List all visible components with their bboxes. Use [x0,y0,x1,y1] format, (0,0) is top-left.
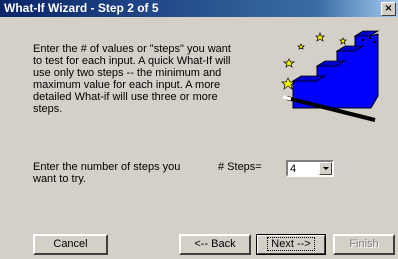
staircase-icon [292,33,379,109]
what-if-wizard-dialog: What-If Wizard - Step 2 of 5 × Enter the… [0,0,398,259]
cancel-button[interactable]: Cancel [33,234,108,255]
close-button[interactable]: × [381,2,396,16]
steps-prompt: Enter the number of steps you want to tr… [33,161,181,185]
finish-button[interactable]: Finish [333,234,395,255]
intro-text: Enter the # of values or "steps" you wan… [33,43,231,115]
window-title: What-If Wizard - Step 2 of 5 [4,1,159,15]
wizard-illustration [281,30,380,122]
next-button[interactable]: Next --> [256,234,326,255]
back-button[interactable]: <-- Back [179,234,251,255]
chevron-down-icon[interactable] [319,162,332,175]
steps-dropdown[interactable]: 4 [286,160,334,177]
steps-value: 4 [290,163,297,175]
next-button-label: Next --> [267,237,315,251]
title-bar: What-If Wizard - Step 2 of 5 × [0,0,398,17]
steps-label: # Steps= [218,161,262,173]
